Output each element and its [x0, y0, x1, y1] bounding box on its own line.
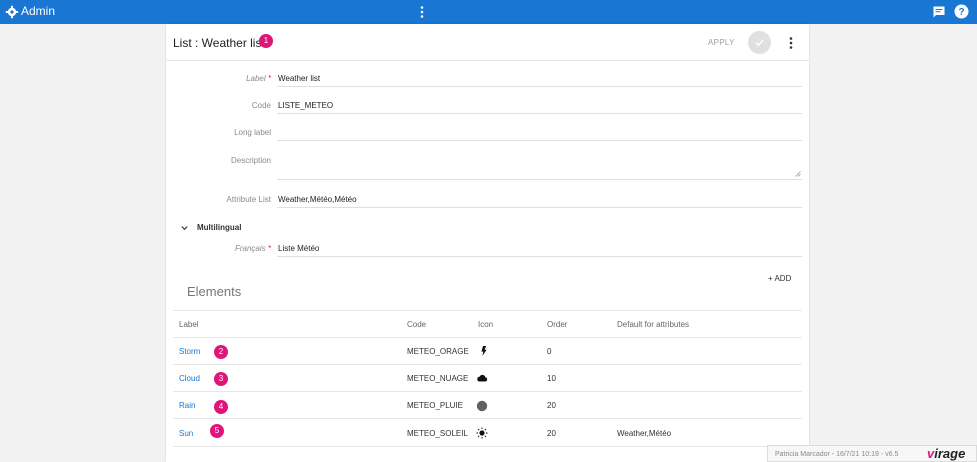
element-order: 10 — [547, 374, 556, 383]
element-code: METEO_PLUIE — [407, 401, 464, 410]
element-label-link[interactable]: Rain — [179, 401, 195, 410]
cloud-icon — [477, 374, 488, 382]
attribute-list-underline — [277, 207, 802, 208]
label-field-label: Label * — [246, 74, 271, 83]
element-code: METEO_ORAGE — [407, 347, 469, 356]
long-label-field-underline — [277, 140, 802, 141]
column-header-code[interactable]: Code — [407, 320, 426, 329]
element-code: METEO_NUAGE — [407, 374, 469, 383]
element-label-link[interactable]: Cloud — [179, 374, 200, 383]
table-header-divider — [173, 337, 802, 338]
chat-icon[interactable] — [932, 5, 946, 19]
circle-icon — [476, 400, 488, 412]
annotation-badge: 5 — [210, 424, 224, 438]
annotation-badge: 2 — [214, 345, 228, 359]
element-default: Weather,Météo — [617, 429, 672, 438]
resize-handle-icon[interactable] — [795, 171, 801, 177]
francais-field-label: Français * — [234, 244, 271, 253]
row-divider — [173, 418, 802, 419]
row-divider — [173, 391, 802, 392]
francais-field[interactable]: Liste Météo — [278, 244, 319, 253]
chevron-down-icon[interactable] — [181, 225, 188, 231]
element-order: 20 — [547, 429, 556, 438]
annotation-badge: 3 — [214, 372, 228, 386]
check-icon — [755, 39, 764, 47]
gear-icon[interactable] — [5, 5, 19, 19]
francais-field-underline — [277, 256, 802, 257]
description-field-underline — [277, 179, 802, 180]
confirm-button[interactable] — [748, 31, 771, 54]
version-footer: Patricia Marcador - 16/7/21 10:19 - v6.5… — [767, 445, 977, 462]
element-order: 0 — [547, 347, 552, 356]
label-field[interactable]: Weather list — [278, 74, 320, 83]
column-header-order[interactable]: Order — [547, 320, 567, 329]
column-header-default[interactable]: Default for attributes — [617, 320, 689, 329]
apply-button[interactable]: APPLY — [708, 38, 735, 47]
multilingual-section-toggle[interactable]: Multilingual — [197, 223, 241, 232]
column-header-label[interactable]: Label — [179, 320, 199, 329]
lightning-icon — [481, 346, 487, 356]
element-label-link[interactable]: Sun — [179, 429, 193, 438]
code-field-label: Code — [251, 101, 271, 110]
help-icon[interactable]: ? — [954, 4, 969, 19]
top-bar: Admin ? — [0, 0, 977, 24]
row-divider — [173, 364, 802, 365]
page-title: List : Weather list — [173, 36, 265, 50]
element-code: METEO_SOLEIL — [407, 429, 468, 438]
list-editor-panel: List : Weather list 1 APPLY Label * Weat… — [166, 24, 809, 462]
attribute-list-field[interactable]: Weather,Météo,Météo — [278, 195, 357, 204]
element-order: 20 — [547, 401, 556, 410]
annotation-badge: 4 — [214, 400, 228, 414]
code-field[interactable]: LISTE_METEO — [278, 101, 333, 110]
element-label-link[interactable]: Storm — [179, 347, 200, 356]
app-title: Admin — [21, 4, 56, 18]
elements-section-title: Elements — [187, 284, 242, 299]
annotation-badge: 1 — [259, 34, 273, 48]
add-element-button[interactable]: + ADD — [768, 274, 791, 283]
more-vert-icon[interactable] — [418, 5, 426, 19]
long-label-field-label: Long label — [234, 128, 271, 137]
label-field-underline — [277, 86, 802, 87]
sun-icon — [476, 427, 488, 439]
description-field-label: Description — [230, 156, 271, 165]
version-info: Patricia Marcador - 16/7/21 10:19 - v6.5 — [775, 451, 899, 458]
column-header-icon[interactable]: Icon — [478, 320, 493, 329]
more-vert-icon[interactable] — [787, 36, 795, 50]
svg-text:?: ? — [958, 7, 964, 18]
panel-header: List : Weather list 1 APPLY — [166, 24, 809, 61]
brand-logo: virage — [927, 446, 966, 461]
table-divider — [173, 310, 802, 311]
code-field-underline — [277, 113, 802, 114]
row-divider — [173, 446, 802, 447]
attribute-list-label: Attribute List — [226, 195, 271, 204]
